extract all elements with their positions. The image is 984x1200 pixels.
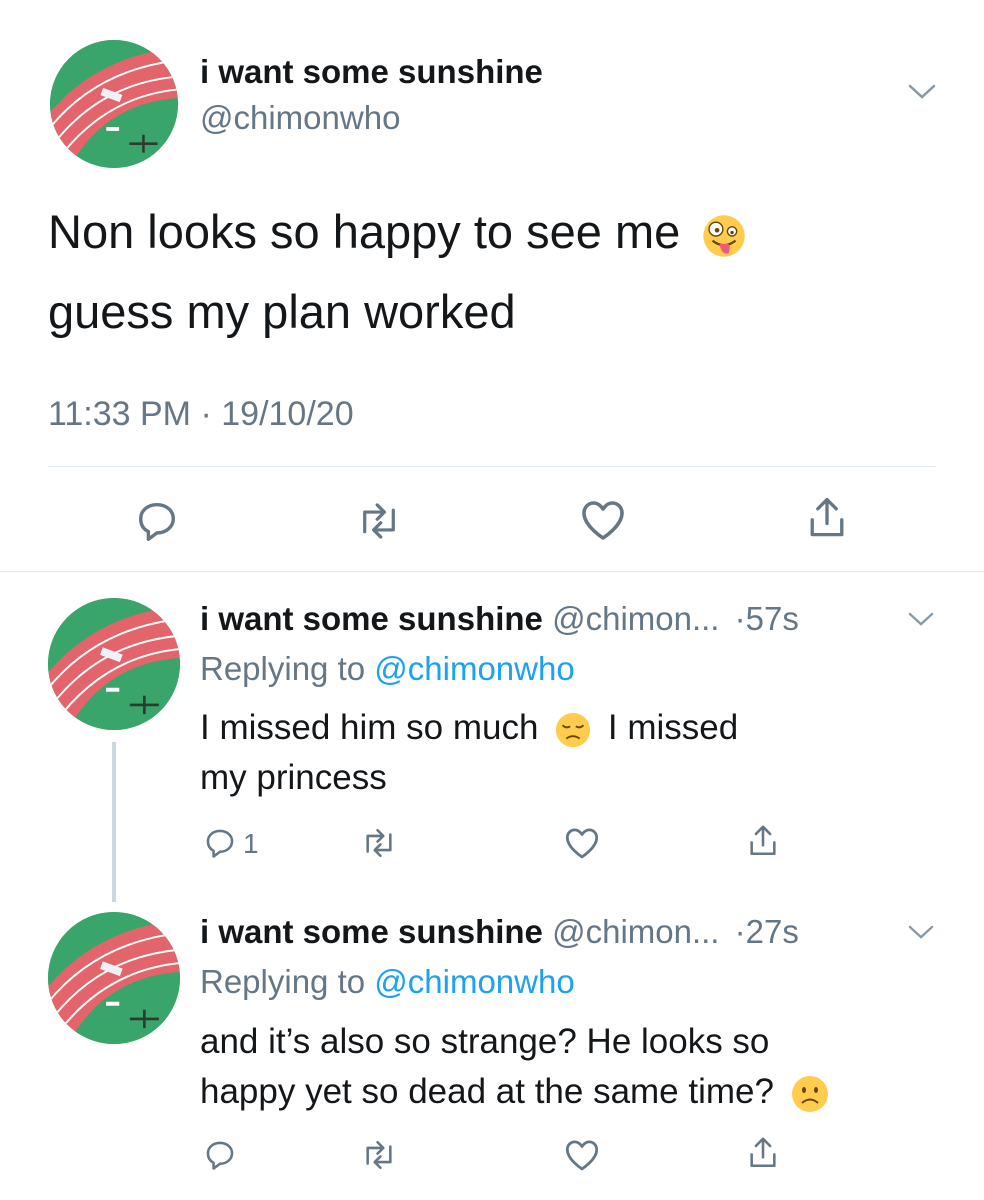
reply-count: 1 [243, 828, 259, 859]
reply-text-line-2: my princess [200, 758, 387, 797]
tweet-timestamp[interactable]: 11:33 PM · 19/10/20 [48, 395, 354, 434]
timestamp-separator: · [200, 395, 212, 433]
reply-icon[interactable] [203, 826, 237, 860]
avatar[interactable] [50, 40, 178, 168]
avatar[interactable] [48, 598, 180, 730]
handle[interactable]: @chimonwho [200, 99, 400, 137]
avatar-image [48, 912, 180, 1044]
reply-text: happy yet so dead at the same time? [200, 1072, 774, 1111]
divider [48, 466, 936, 467]
display-name[interactable]: i want some sunshine [200, 600, 543, 637]
retweet-icon[interactable] [359, 1138, 399, 1172]
reply-header: i want some sunshine @chimon... ·27s [200, 913, 799, 951]
retweet-icon[interactable] [359, 826, 399, 860]
replying-to-label: Replying to [200, 650, 366, 687]
reply-icon[interactable] [134, 498, 180, 544]
time-separator: · [734, 913, 746, 950]
reply-text-line-2: happy yet so dead at the same time? [200, 1072, 830, 1114]
avatar-image [50, 40, 178, 168]
reply-text: I missed [607, 708, 739, 747]
disappointed-face-emoji [554, 711, 592, 749]
time-separator: · [734, 600, 746, 637]
section-divider [0, 571, 984, 572]
share-icon[interactable] [804, 494, 850, 542]
reply-header: i want some sunshine @chimon... ·57s [200, 600, 799, 638]
replying-to-handle[interactable]: @chimonwho [374, 963, 574, 1000]
frowning-face-emoji [790, 1074, 830, 1114]
replying-to: Replying to @chimonwho [200, 963, 575, 1001]
tweet-text-line-1: Non looks so happy to see me [48, 204, 747, 259]
display-name[interactable]: i want some sunshine [200, 913, 543, 950]
reply-icon[interactable] [203, 1138, 237, 1172]
share-icon[interactable] [746, 822, 780, 860]
reply-text: I missed him so much [200, 708, 539, 747]
like-icon[interactable] [563, 1138, 601, 1172]
like-icon[interactable] [579, 498, 627, 542]
tweet-time: 11:33 PM [48, 395, 192, 433]
tweet-date: 19/10/20 [221, 395, 354, 433]
like-icon[interactable] [563, 826, 601, 860]
share-icon[interactable] [746, 1134, 780, 1172]
thread-line [112, 742, 116, 902]
reply-text-line-1: I missed him so much I missed [200, 708, 738, 749]
replying-to: Replying to @chimonwho [200, 650, 575, 688]
zany-face-emoji [701, 213, 747, 259]
tweet-age[interactable]: 57s [746, 600, 799, 637]
chevron-down-icon[interactable] [908, 612, 934, 627]
display-name[interactable]: i want some sunshine [200, 53, 543, 91]
tweet-text-line-2: guess my plan worked [48, 285, 516, 338]
handle[interactable]: @chimon... [552, 913, 719, 950]
retweet-icon[interactable] [354, 499, 404, 543]
replying-to-handle[interactable]: @chimonwho [374, 650, 574, 687]
tweet-age[interactable]: 27s [746, 913, 799, 950]
avatar-image [48, 598, 180, 730]
avatar[interactable] [48, 912, 180, 1044]
tweet-text: Non looks so happy to see me [48, 205, 681, 258]
reply-text-line-1: and it’s also so strange? He looks so [200, 1022, 770, 1061]
chevron-down-icon[interactable] [908, 925, 934, 940]
handle[interactable]: @chimon... [552, 600, 719, 637]
replying-to-label: Replying to [200, 963, 366, 1000]
chevron-down-icon[interactable] [908, 84, 936, 100]
